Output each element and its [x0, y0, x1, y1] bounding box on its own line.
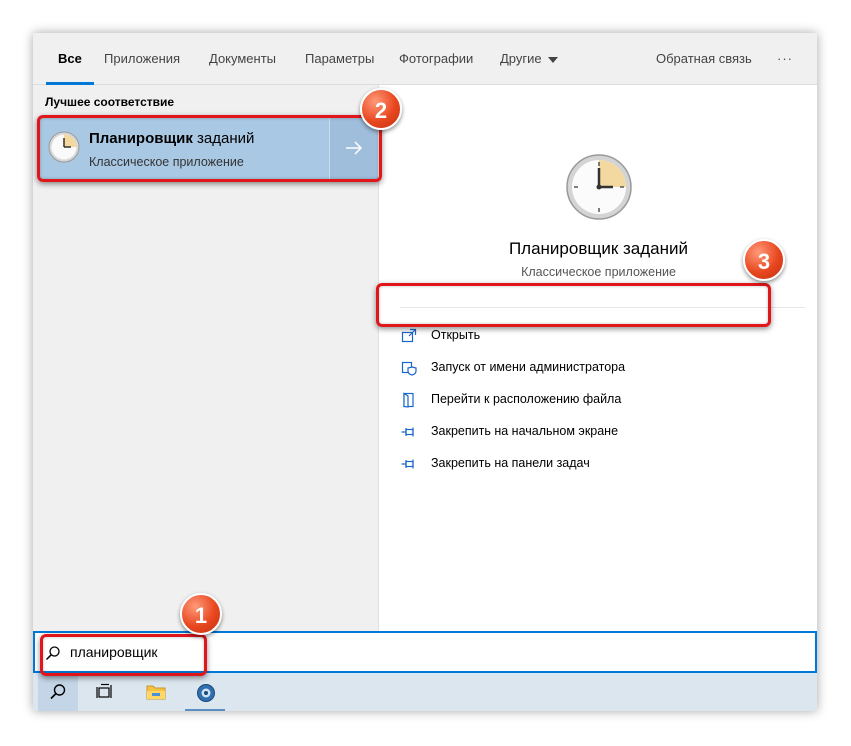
tab-settings[interactable]: Параметры [305, 33, 374, 85]
result-name: Планировщик заданий [89, 130, 254, 147]
action-label: Открыть [431, 328, 481, 342]
search-tabs: Все Приложения Документы Параметры Фотог… [33, 33, 817, 85]
taskbar-task-view-button[interactable] [85, 673, 125, 711]
step-badge-2: 2 [360, 88, 402, 130]
task-view-icon [96, 683, 112, 698]
details-panel: Планировщик заданий Классическое приложе… [378, 85, 817, 631]
best-match-heading: Лучшее соответствие [45, 95, 175, 109]
more-options-button[interactable]: ··· [777, 33, 793, 85]
pin-icon [401, 427, 414, 437]
search-input[interactable] [70, 641, 770, 663]
action-open-file-location[interactable]: Перейти к расположению файла [401, 386, 781, 414]
action-run-as-admin[interactable]: Запуск от имени администратора [401, 354, 781, 382]
result-type: Классическое приложение [89, 155, 244, 169]
results-panel: Лучшее соответствие Планировщик заданий … [33, 85, 378, 631]
tab-other-label: Другие [500, 51, 542, 66]
action-label: Перейти к расположению файла [431, 392, 622, 406]
tab-other[interactable]: Другие [500, 33, 558, 85]
chevron-down-icon [547, 56, 558, 63]
open-icon [401, 328, 417, 343]
result-name-match: Планировщик [89, 130, 193, 147]
tab-photos[interactable]: Фотографии [399, 33, 473, 85]
search-window: Все Приложения Документы Параметры Фотог… [33, 33, 817, 711]
action-pin-to-taskbar[interactable]: Закрепить на панели задач [401, 450, 781, 478]
step-badge-3: 3 [743, 239, 785, 281]
best-match-result[interactable]: Планировщик заданий Классическое приложе… [40, 117, 378, 180]
divider [400, 307, 805, 308]
step-badge-1: 1 [180, 593, 222, 635]
search-icon [50, 684, 66, 700]
admin-shield-icon [401, 361, 417, 376]
arrow-right-icon [346, 141, 363, 155]
tab-all[interactable]: Все [46, 33, 94, 85]
task-scheduler-large-icon [566, 154, 632, 220]
taskbar [33, 673, 817, 711]
action-label: Закрепить на панели задач [431, 456, 590, 470]
tab-apps[interactable]: Приложения [104, 33, 180, 85]
taskbar-search-button[interactable] [38, 673, 78, 711]
file-explorer-icon [146, 685, 166, 700]
search-icon [45, 646, 60, 661]
tab-documents[interactable]: Документы [209, 33, 276, 85]
result-name-rest: заданий [192, 130, 255, 147]
app-icon [197, 684, 215, 702]
action-pin-to-start[interactable]: Закрепить на начальном экране [401, 418, 781, 446]
action-open[interactable]: Открыть [401, 322, 781, 350]
search-bar [33, 631, 817, 673]
pin-icon [401, 459, 414, 469]
feedback-link[interactable]: Обратная связь [656, 33, 752, 85]
file-location-icon [403, 392, 414, 408]
action-label: Запуск от имени администратора [431, 360, 626, 374]
taskbar-app-button[interactable] [185, 673, 225, 711]
taskbar-file-explorer-button[interactable] [135, 673, 175, 711]
action-label: Закрепить на начальном экране [431, 424, 619, 438]
task-scheduler-icon [48, 131, 80, 163]
